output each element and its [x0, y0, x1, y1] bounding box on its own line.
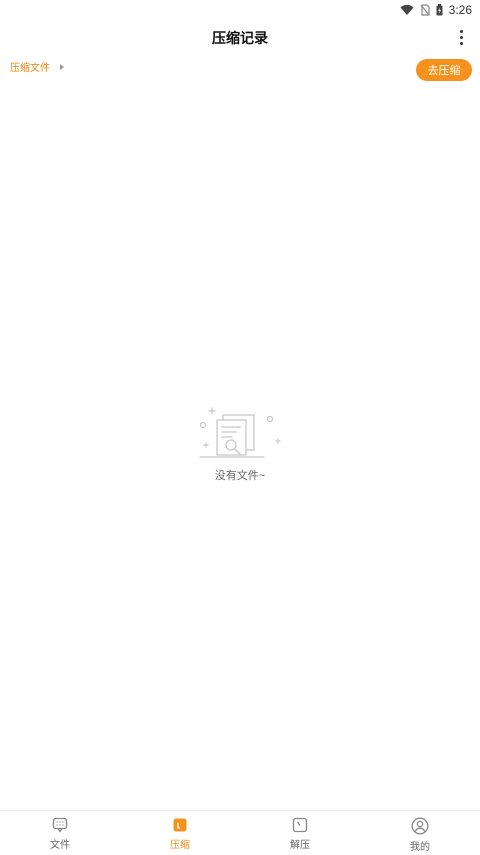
page-title: 压缩记录 [212, 31, 268, 47]
no-sim-icon [420, 4, 430, 16]
wifi-icon [400, 4, 414, 15]
nav-label: 文件 [50, 840, 70, 851]
breadcrumb[interactable]: 压缩文件 [10, 59, 64, 74]
empty-state: 没有文件~ [0, 405, 480, 483]
nav-item-compress[interactable]: 压缩 [120, 811, 240, 855]
status-icons: 3:26 [400, 2, 472, 18]
nav-label: 解压 [290, 840, 310, 851]
compress-icon [173, 818, 187, 832]
nav-item-extract[interactable]: 解压 [240, 811, 360, 855]
more-dot [459, 29, 463, 33]
more-dot [459, 41, 463, 45]
status-bar: 3:26 [0, 0, 480, 20]
app-bar: 压缩记录 [0, 20, 480, 56]
empty-message: 没有文件~ [214, 470, 266, 482]
nav-label: 压缩 [170, 840, 190, 851]
status-time: 3:26 [448, 3, 472, 17]
more-options-button[interactable] [452, 26, 470, 48]
chevron-right-icon [60, 63, 64, 70]
go-compress-button[interactable]: 去压缩 [416, 59, 472, 81]
profile-icon [411, 817, 429, 835]
extract-icon [292, 817, 308, 833]
empty-document-search-icon [199, 407, 281, 458]
file-icon [52, 817, 68, 833]
nav-label: 我的 [410, 842, 430, 853]
nav-item-profile[interactable]: 我的 [360, 811, 480, 855]
bottom-nav: 文件 压缩 解压 我的 [0, 810, 480, 855]
nav-item-files[interactable]: 文件 [0, 811, 120, 855]
more-dot [459, 35, 463, 39]
breadcrumb-label[interactable]: 压缩文件 [10, 59, 50, 74]
battery-icon [436, 4, 443, 16]
